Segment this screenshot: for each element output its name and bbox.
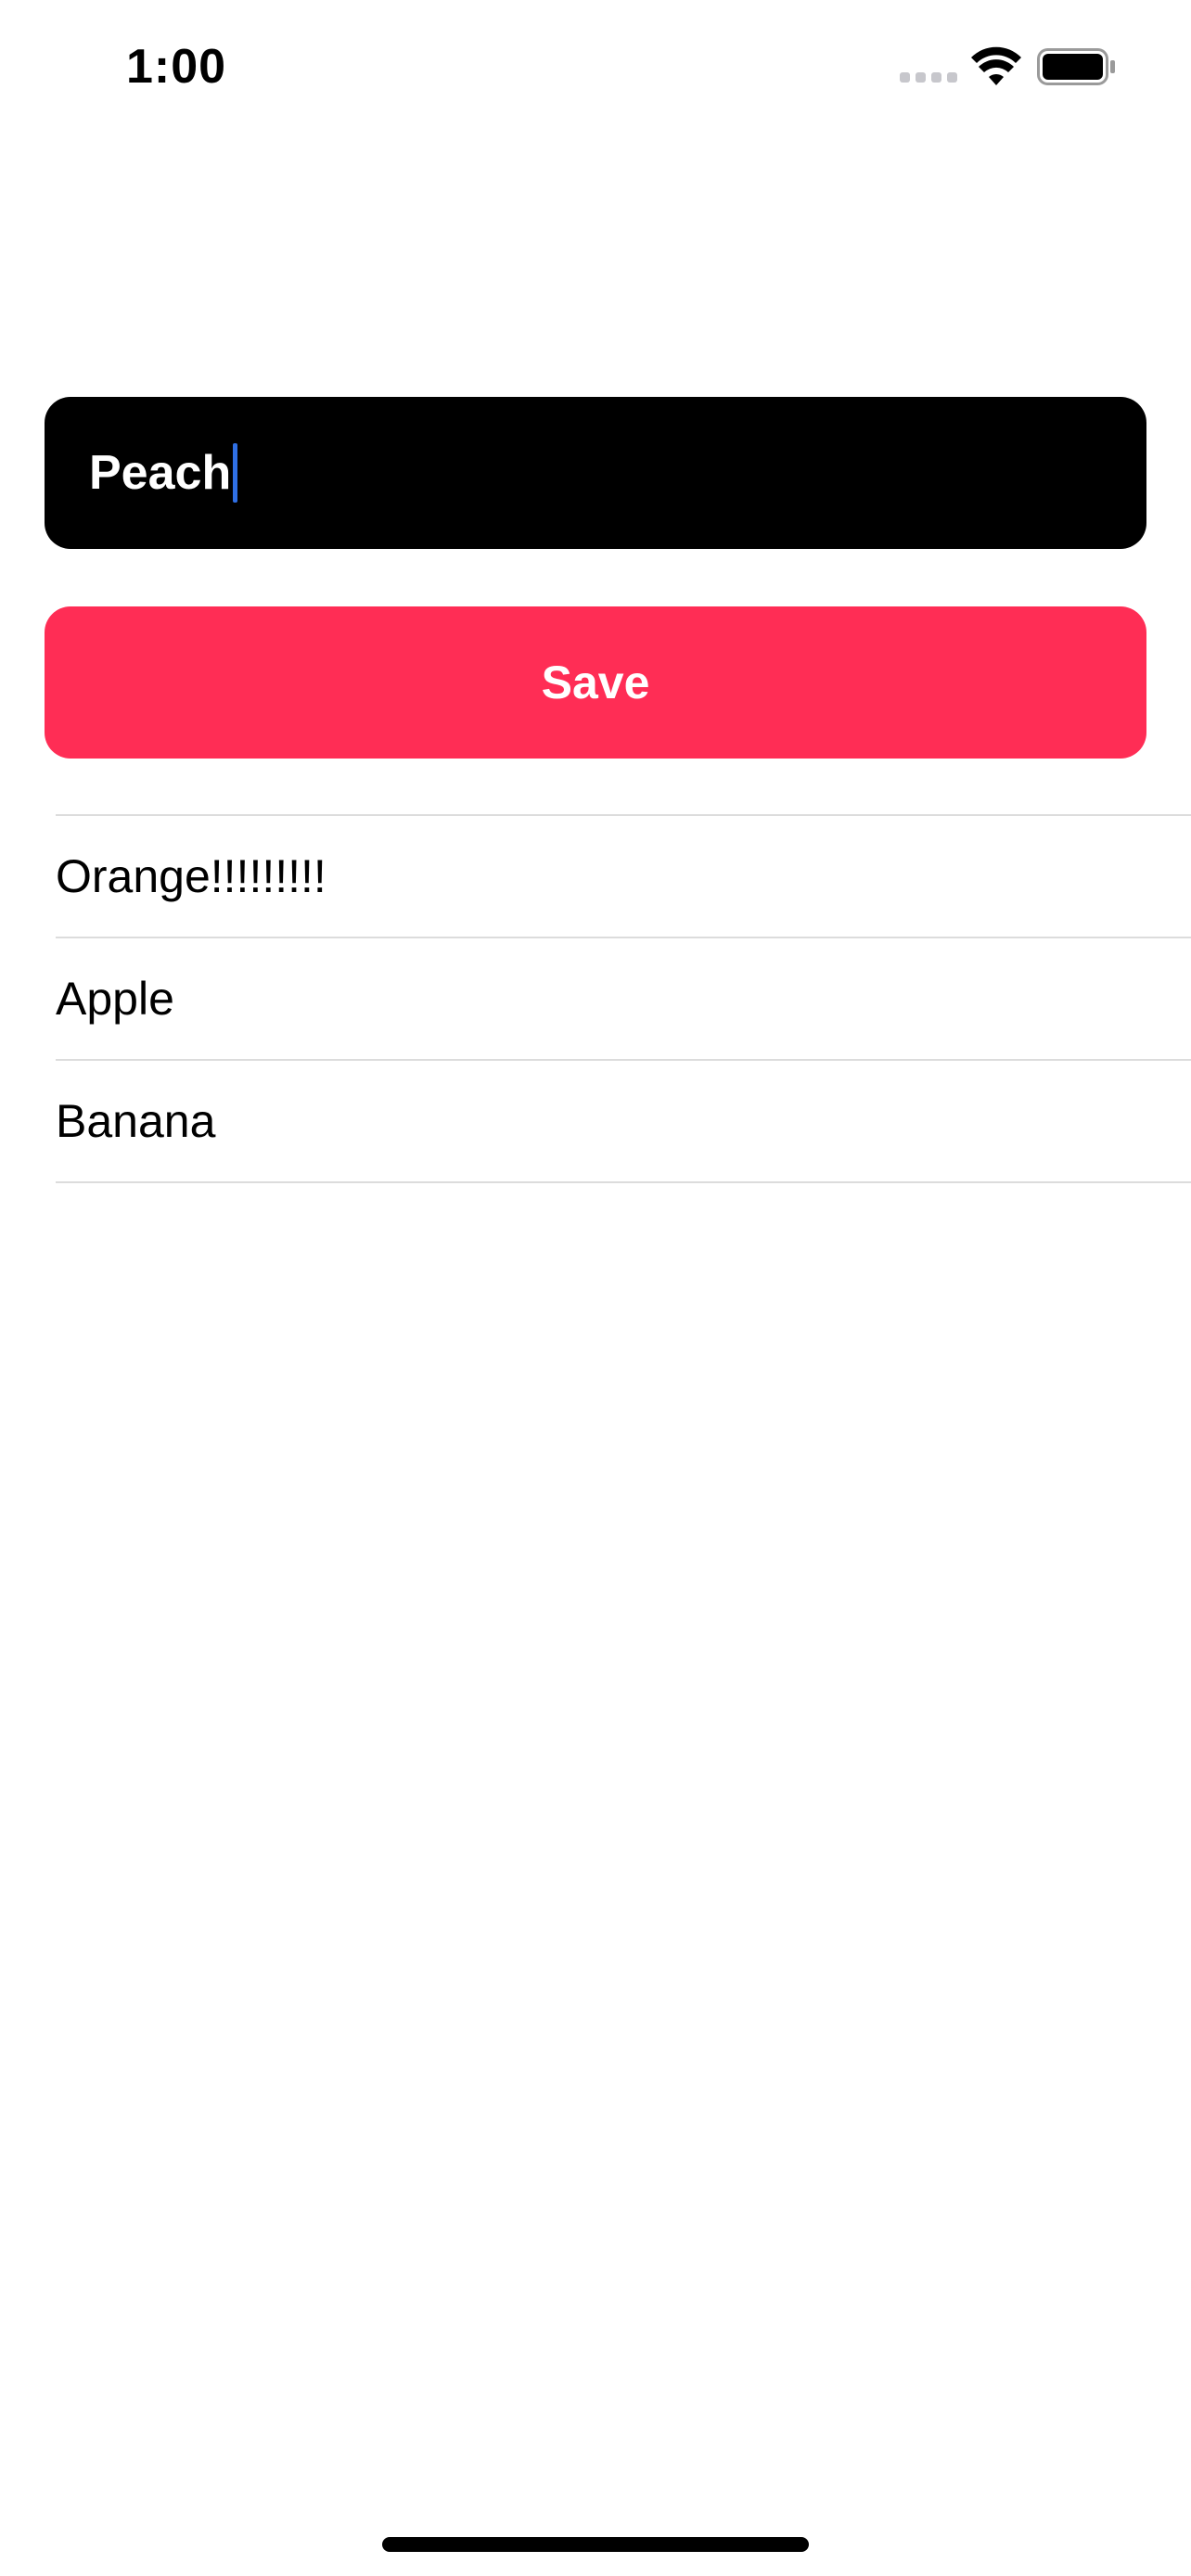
battery-icon xyxy=(1037,48,1115,85)
wifi-icon xyxy=(971,46,1021,85)
home-indicator[interactable] xyxy=(382,2537,809,2552)
fruit-name-input[interactable]: Peach xyxy=(45,397,1146,549)
status-bar: 1:00 xyxy=(0,0,1191,139)
fruit-list: Orange!!!!!!!!! Apple Banana xyxy=(56,814,1191,1183)
list-item[interactable]: Banana xyxy=(56,1061,1191,1183)
input-value: Peach xyxy=(89,446,232,500)
text-cursor xyxy=(233,443,238,503)
save-button[interactable]: Save xyxy=(45,606,1146,759)
cellular-signal-icon xyxy=(900,72,957,85)
list-item[interactable]: Apple xyxy=(56,938,1191,1061)
list-item[interactable]: Orange!!!!!!!!! xyxy=(56,816,1191,938)
status-time: 1:00 xyxy=(126,40,227,94)
